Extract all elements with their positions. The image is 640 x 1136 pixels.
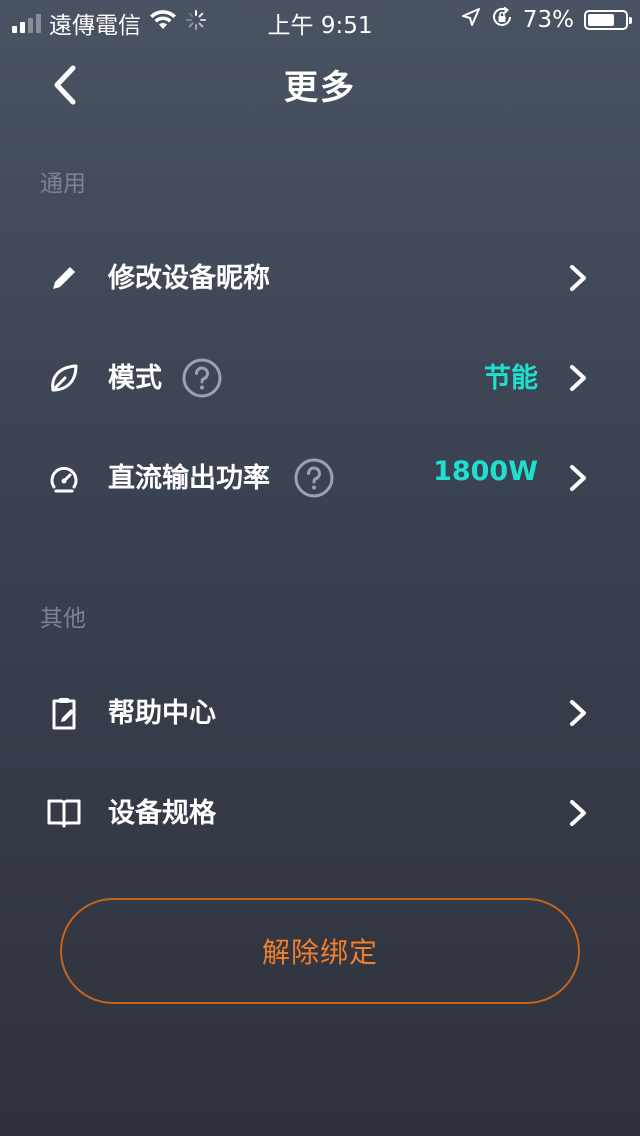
battery-fill	[588, 14, 614, 26]
row-label: 直流输出功率	[108, 463, 270, 494]
clipboard-edit-icon	[44, 693, 84, 733]
row-dc-output-power[interactable]: 直流输出功率 1800W	[0, 428, 640, 528]
question-circle-icon[interactable]	[182, 358, 222, 398]
battery-percent: 73%	[522, 7, 574, 33]
status-bar: 遠傳電信 上午 9:51 73%	[0, 0, 640, 40]
chevron-right-icon	[570, 800, 586, 826]
chevron-right-icon	[570, 465, 586, 491]
pencil-icon	[44, 258, 84, 298]
row-label: 修改设备昵称	[108, 263, 270, 294]
question-circle-icon[interactable]	[294, 458, 334, 498]
section-header-general: 通用	[40, 171, 86, 197]
nav-bar: 更多	[0, 40, 640, 128]
leaf-icon	[44, 358, 84, 398]
row-label: 模式	[108, 363, 162, 394]
row-device-specs[interactable]: 设备规格	[0, 763, 640, 863]
page-title: 更多	[284, 68, 356, 108]
location-arrow-icon	[461, 7, 481, 33]
battery-icon	[584, 10, 632, 30]
chevron-right-icon	[570, 700, 586, 726]
mode-value: 节能	[484, 363, 538, 394]
row-help-center[interactable]: 帮助中心	[0, 663, 640, 763]
chevron-right-icon	[570, 365, 586, 391]
orientation-lock-icon	[491, 6, 513, 34]
power-value: 1800W	[433, 456, 538, 487]
open-book-icon	[44, 793, 84, 833]
row-label: 设备规格	[108, 798, 216, 829]
chevron-right-icon	[570, 265, 586, 291]
row-edit-nickname[interactable]: 修改设备昵称	[0, 228, 640, 328]
gauge-icon	[44, 458, 84, 498]
unbind-button[interactable]: 解除绑定	[60, 898, 580, 1004]
unbind-button-label: 解除绑定	[261, 936, 378, 969]
row-label: 帮助中心	[108, 698, 216, 729]
status-right: 73%	[461, 6, 632, 34]
section-header-other: 其他	[40, 606, 86, 632]
row-mode[interactable]: 模式 节能	[0, 328, 640, 428]
